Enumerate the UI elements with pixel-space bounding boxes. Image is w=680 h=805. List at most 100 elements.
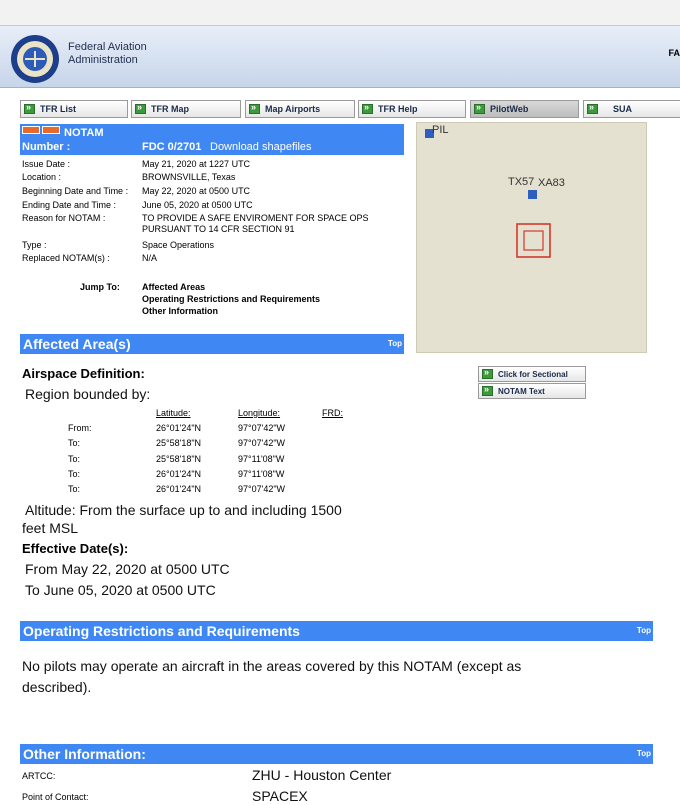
field-label: Reason for NOTAM : [22, 213, 106, 223]
xml-badge-icon[interactable] [22, 126, 40, 134]
green-arrow-icon [587, 102, 598, 114]
number-label: Number : [22, 141, 71, 153]
section-title: Other Information: [23, 746, 146, 762]
field-label: Replaced NOTAM(s) : [22, 253, 110, 263]
effective-from: From May 22, 2020 at 0500 UTC [25, 561, 230, 577]
field-value: BROWNSVILLE, Texas [142, 172, 236, 182]
green-arrow-icon [474, 102, 485, 114]
field-value: May 22, 2020 at 0500 UTC [142, 186, 251, 196]
field-label: Ending Date and Time : [22, 200, 117, 210]
altitude-line1: Altitude: From the surface up to and inc… [25, 502, 342, 518]
jump-to-label: Jump To: [80, 282, 120, 292]
notam-number: FDC 0/2701 [142, 141, 202, 153]
coord-row-label: From: [68, 423, 92, 433]
jump-restrictions-link[interactable]: Operating Restrictions and Requirements [142, 294, 320, 304]
green-arrow-icon [362, 102, 373, 114]
green-arrow-icon [482, 367, 493, 379]
button-label: Click for Sectional [498, 369, 568, 379]
tab-label: PilotWeb [490, 104, 529, 114]
restriction-area-icon [516, 223, 551, 258]
region-bounded-text: Region bounded by: [25, 386, 151, 402]
field-label: Issue Date : [22, 159, 71, 169]
coord-row-label: To: [68, 454, 81, 464]
click-for-sectional-button[interactable]: Click for Sectional [478, 366, 586, 382]
top-link[interactable]: Top [637, 626, 651, 635]
tab-label: TFR Help [378, 104, 418, 114]
restrictions-text-line2: described). [22, 679, 92, 695]
tab-label: Map Airports [265, 104, 321, 114]
aixm-badge-icon[interactable] [42, 126, 60, 134]
coord-lat: 26°01'24"N [156, 469, 202, 479]
field-value: June 05, 2020 at 0500 UTC [142, 200, 253, 210]
tab-tfr-map[interactable]: TFR Map [131, 100, 241, 118]
effective-dates-label: Effective Date(s): [22, 541, 129, 556]
coord-lon: 97°07'42"W [238, 423, 286, 433]
effective-to: To June 05, 2020 at 0500 UTC [25, 582, 216, 598]
coord-row-label: To: [68, 469, 81, 479]
longitude-header: Longitude: [238, 408, 281, 418]
coord-lon: 97°07'42"W [238, 484, 286, 494]
notam-header-bar: NOTAM Number : FDC 0/2701 Download shape… [20, 124, 404, 155]
agency-name: Federal Aviation Administration [68, 41, 147, 67]
restrictions-bar: Operating Restrictions and Requirements … [20, 621, 653, 641]
tab-label: TFR List [40, 104, 76, 114]
green-arrow-icon [24, 102, 35, 114]
field-label: Location : [22, 172, 62, 182]
other-information-bar: Other Information: Top [20, 744, 653, 764]
restrictions-text-line1: No pilots may operate an aircraft in the… [22, 658, 522, 674]
coord-lon: 97°07'42"W [238, 438, 286, 448]
tab-label: TFR Map [151, 104, 189, 114]
coord-lat: 25°58'18"N [156, 454, 202, 464]
latitude-header: Latitude: [156, 408, 191, 418]
button-label: NOTAM Text [498, 386, 545, 396]
coord-lon: 97°11'08"W [238, 454, 285, 464]
frd-header: FRD: [322, 408, 343, 418]
green-arrow-icon [249, 102, 260, 114]
field-value: N/A [142, 253, 158, 263]
notam-title: NOTAM [64, 127, 104, 139]
point-of-contact-value: SPACEX [252, 788, 308, 804]
section-title: Affected Area(s) [23, 336, 131, 352]
coord-lat: 25°58'18"N [156, 438, 202, 448]
agency-line2: Administration [68, 54, 138, 66]
green-arrow-icon [135, 102, 146, 114]
notam-text-button[interactable]: NOTAM Text [478, 383, 586, 399]
airport-icon [528, 190, 537, 199]
tab-pilotweb[interactable]: PilotWeb [470, 100, 579, 118]
field-value: Space Operations [142, 240, 215, 250]
field-label: Type : [22, 240, 47, 250]
agency-line1: Federal Aviation [68, 41, 147, 53]
browser-top-strip [0, 0, 680, 26]
faa-seal-icon [11, 35, 59, 83]
coord-lat: 26°01'24"N [156, 423, 202, 433]
coord-row-label: To: [68, 438, 81, 448]
coord-lat: 26°01'24"N [156, 484, 202, 494]
tab-sua[interactable]: SUA [583, 100, 680, 118]
airspace-definition-label: Airspace Definition: [22, 366, 145, 381]
affected-areas-bar: Affected Area(s) Top [20, 334, 404, 354]
site-header: Federal Aviation Administration FA [0, 26, 680, 88]
agency-short-label: FA [668, 48, 680, 58]
map-label-tx57: TX57 [508, 176, 535, 188]
top-link[interactable]: Top [637, 749, 651, 758]
tab-map-airports[interactable]: Map Airports [245, 100, 355, 118]
tab-tfr-help[interactable]: TFR Help [358, 100, 466, 118]
coord-row-label: To: [68, 484, 81, 494]
field-value: May 21, 2020 at 1227 UTC [142, 159, 251, 169]
top-link[interactable]: Top [388, 339, 402, 348]
tab-label: SUA [613, 104, 633, 114]
download-shapefiles-link[interactable]: Download shapefiles [210, 141, 312, 153]
coord-lon: 97°11'08"W [238, 469, 285, 479]
altitude-line2: feet MSL [22, 520, 79, 536]
section-title: Operating Restrictions and Requirements [23, 623, 300, 639]
field-value: TO PROVIDE A SAFE ENVIROMENT FOR SPACE O… [142, 213, 369, 234]
map-label-xa83: XA83 [538, 177, 565, 189]
jump-other-info-link[interactable]: Other Information [142, 306, 218, 316]
tfr-map[interactable]: PIL TX57 XA83 [416, 122, 647, 353]
artcc-label: ARTCC: [22, 771, 56, 781]
field-label: Beginning Date and Time : [22, 186, 129, 196]
jump-affected-areas-link[interactable]: Affected Areas [142, 282, 205, 292]
tab-tfr-list[interactable]: TFR List [20, 100, 128, 118]
map-label-pil: PIL [432, 124, 449, 136]
artcc-value: ZHU - Houston Center [252, 767, 392, 783]
